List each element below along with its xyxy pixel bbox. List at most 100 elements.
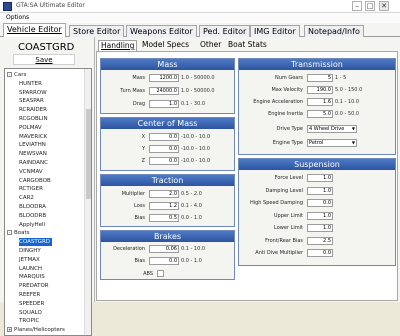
maximize-button[interactable]: □ (365, 1, 375, 11)
tree-item-label: RCTIGER (19, 186, 43, 193)
tree-item[interactable]: PREDATOR (19, 282, 49, 290)
field-input[interactable]: 1200.0 (149, 74, 179, 82)
collapse-icon[interactable]: - (7, 72, 12, 77)
field-input[interactable]: 5 (307, 74, 333, 82)
field-input[interactable]: 190.0 (307, 86, 333, 94)
field-input[interactable]: 1.0 (307, 224, 333, 232)
tree-item-label: MAVERICK (19, 133, 48, 140)
tab-store-editor[interactable]: Store Editor (69, 25, 125, 37)
tree-item[interactable]: RCTIGER (19, 185, 43, 193)
tree-item[interactable]: CARGOBOB (19, 177, 51, 185)
tree-item[interactable]: SEASPAR (19, 97, 44, 105)
tab-ped-editor[interactable]: Ped. Editor (199, 25, 251, 37)
field-row: Mass 1200.0 1.0 - 50000.0 (101, 74, 234, 82)
tree-item[interactable]: DINGHY (19, 247, 41, 255)
field-row: Z 0.0 -10.0 - 10.0 (101, 157, 234, 165)
field-row: Anti Dive Multiplier 0.0 (239, 249, 395, 257)
field-row: Force Level 1.0 (239, 174, 395, 182)
tree-group[interactable]: - Boats (7, 229, 30, 237)
tree-item[interactable]: RCGOBLIN (19, 115, 48, 123)
tree-item[interactable]: TROPIC (19, 317, 39, 325)
suspension-panel-title: Suspension (239, 159, 395, 170)
field-range: 1.0 - 50000.0 (181, 75, 215, 81)
menu-options[interactable]: Options (6, 14, 29, 21)
field-input[interactable]: 1.2 (149, 202, 179, 210)
abs-checkbox[interactable] (157, 270, 164, 277)
field-row: Upper Limit 1.0 (239, 211, 395, 220)
field-input[interactable]: 0.0 (307, 249, 333, 257)
field-label: X (141, 134, 145, 140)
window-title: GTA:SA Ultimate Editor (16, 2, 85, 9)
field-input[interactable]: 0.0 (149, 145, 179, 153)
save-button[interactable]: Save (13, 54, 75, 65)
tree-item[interactable]: JETMAX (19, 256, 40, 264)
tree-item[interactable]: LEVIATHN (19, 141, 46, 149)
field-input[interactable]: 1.0 (149, 100, 179, 108)
field-input[interactable]: 1.6 (307, 98, 333, 106)
tab-notepad-info[interactable]: Notepad/Info (304, 25, 364, 37)
field-range: 0.5 - 2.0 (181, 191, 202, 197)
vehicle-tree[interactable]: - Cars HUNTER SPARROW SEASPAR RCRAIDER RCGOBLI… (4, 68, 92, 336)
tab-vehicle-editor[interactable]: Vehicle Editor (3, 23, 66, 38)
close-button[interactable]: ✕ (379, 1, 389, 11)
field-label: Lower Limit (274, 225, 303, 231)
field-label: Damping Level (265, 187, 303, 194)
traction-panel-title: Traction (101, 175, 234, 186)
field-input[interactable]: 0.0 (149, 257, 179, 265)
field-input[interactable]: 0.0 (149, 157, 179, 165)
field-range: -10.0 - 10.0 (181, 158, 211, 164)
tree-item[interactable]: POLMAV (19, 124, 42, 132)
field-label: Y (141, 146, 145, 152)
engine-type-select[interactable]: Petrol ▼ (307, 139, 357, 147)
sub-tab-bar: Handling Model Specs Other Boat Stats (96, 38, 400, 51)
tree-scrollbar-thumb[interactable] (86, 109, 91, 199)
tab-other[interactable]: Other (198, 40, 223, 50)
tab-weapons-editor[interactable]: Weapons Editor (126, 25, 197, 37)
tree-item[interactable]: REEFER (19, 291, 40, 299)
field-row: Bias 0.5 0.0 - 1.0 (101, 214, 234, 222)
tree-item[interactable]: VCNMAV (19, 168, 43, 176)
field-label: Multiplier (121, 191, 145, 197)
tree-item[interactable]: SPEEDER (19, 300, 44, 308)
field-input[interactable]: 2.0 (149, 190, 179, 198)
field-input[interactable]: 5.0 (307, 110, 333, 118)
field-input[interactable]: 1.0 (307, 211, 333, 220)
abs-label: ABS (143, 271, 153, 277)
tree-item-label: SQUALO (19, 309, 42, 316)
tree-item[interactable]: SQUALO (19, 309, 42, 317)
tree-item[interactable]: RCRAIDER (19, 106, 47, 114)
tree-item[interactable]: NEWSVAN (19, 150, 47, 158)
handling-content: Mass Mass 1200.0 1.0 - 50000.0 Turn Mass 240… (96, 51, 398, 301)
tree-group[interactable]: - Cars (7, 71, 26, 79)
tree-item[interactable]: COASTGRD (19, 238, 53, 247)
tree-item[interactable]: BLOODRA (19, 203, 46, 211)
tree-item[interactable]: SPARROW (19, 89, 47, 97)
tree-item[interactable]: ApplyHeli (19, 221, 45, 229)
transmission-panel-title: Transmission (239, 59, 395, 70)
field-input[interactable]: 0.0 (149, 133, 179, 141)
field-input[interactable]: 24000.0 (149, 87, 179, 95)
tree-item[interactable]: RAINDANC (19, 159, 48, 167)
expand-icon[interactable]: + (7, 327, 12, 333)
tree-item[interactable]: MAVERICK (19, 133, 47, 141)
drive-type-select[interactable]: 4 Wheel Drive ▼ (307, 125, 357, 133)
tree-item[interactable]: LAUNCH (19, 265, 42, 273)
field-input[interactable]: 1.0 (307, 174, 333, 182)
tree-item[interactable]: MARQUIS (19, 273, 45, 281)
tree-item[interactable]: HUNTER (19, 80, 42, 88)
field-input[interactable]: 1.0 (307, 186, 333, 195)
field-input[interactable]: 2.5 (307, 236, 333, 245)
tab-img-editor[interactable]: IMG Editor (250, 25, 300, 37)
field-input[interactable]: 0.06 (149, 245, 179, 253)
tree-scrollbar[interactable] (84, 69, 91, 335)
tab-model-specs[interactable]: Model Specs (140, 40, 191, 50)
tab-handling[interactable]: Handling (98, 40, 138, 51)
tree-item[interactable]: CAR2 (19, 194, 34, 202)
collapse-icon[interactable]: - (7, 230, 12, 236)
tab-boat-stats[interactable]: Boat Stats (226, 40, 269, 50)
field-input[interactable]: 0.0 (307, 199, 333, 207)
tree-item[interactable]: BLOODRB (19, 212, 46, 220)
minimize-button[interactable]: – (352, 1, 362, 11)
tree-group[interactable]: + Planes/Helicopters (7, 326, 65, 334)
field-input[interactable]: 0.5 (149, 214, 179, 222)
